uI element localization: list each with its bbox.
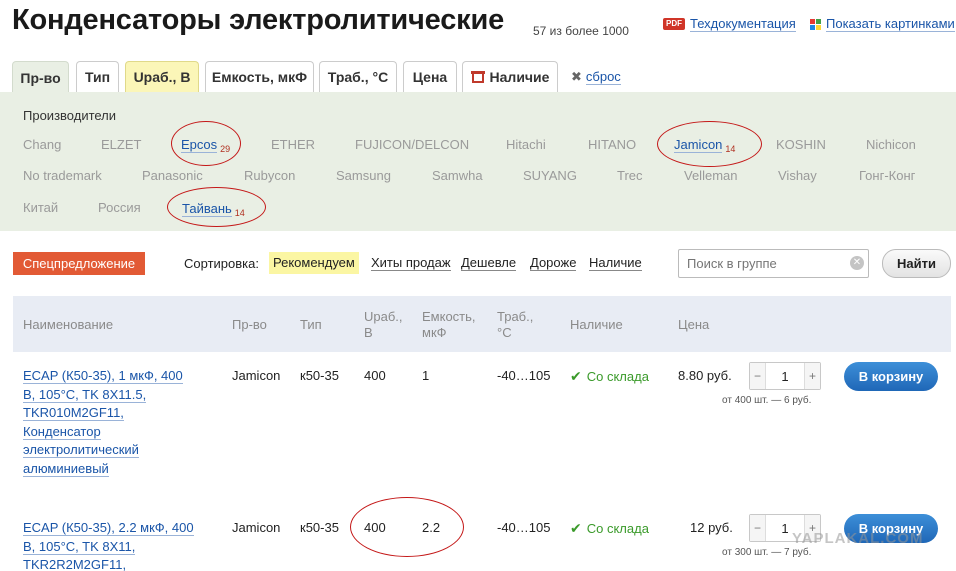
show-images-link[interactable]: Показать картинками: [810, 16, 955, 32]
check-icon: ✔: [570, 368, 582, 384]
docs-link-label: Техдокументация: [690, 16, 796, 32]
product-manufacturer: Jamicon: [232, 368, 281, 383]
product-name-link[interactable]: ECAP (К50-35), 2.2 мкФ, 400 В, 105°C, TK…: [23, 519, 194, 571]
product-temperature: -40…105: [497, 520, 551, 535]
manufacturer-item[interactable]: Россия: [98, 200, 141, 215]
bulk-price: от 400 шт. — 6 руб.: [722, 395, 812, 406]
col-price[interactable]: Цена: [678, 317, 709, 333]
product-capacitance: 1: [422, 368, 430, 383]
manufacturer-item[interactable]: Chang: [23, 137, 61, 152]
product-voltage: 400: [364, 520, 386, 535]
tab-price[interactable]: Цена: [403, 61, 457, 92]
add-to-cart-button[interactable]: В корзину: [844, 362, 938, 391]
tiles-icon: [810, 18, 821, 30]
manufacturer-item[interactable]: ELZET: [101, 137, 141, 152]
sort-recommended[interactable]: Рекомендуем: [269, 252, 359, 274]
manufacturer-item[interactable]: Гонг-Конг: [859, 168, 915, 183]
quantity-stepper[interactable]: − 1 +: [749, 362, 821, 390]
sort-label: Сортировка:: [184, 256, 259, 271]
manufacturer-item[interactable]: Samsung: [336, 168, 391, 183]
sort-availability[interactable]: Наличие: [589, 252, 642, 274]
col-type[interactable]: Тип: [300, 317, 322, 333]
product-price: 8.80 руб.: [678, 368, 732, 383]
stock-status: ✔ Со склада: [570, 520, 649, 536]
manufacturer-item[interactable]: Samwha: [432, 168, 483, 183]
sort-bestsellers[interactable]: Хиты продаж: [371, 252, 451, 274]
page-title: Конденсаторы электролитические: [12, 4, 505, 36]
find-button[interactable]: Найти: [882, 249, 951, 278]
manufacturers-panel: Производители Chang ELZET Epcos 29 ETHER …: [0, 92, 956, 231]
search-input[interactable]: [678, 249, 869, 278]
col-capacitance[interactable]: Емкость, мкФ: [422, 309, 476, 341]
manufacturer-item-taiwan[interactable]: Тайвань 14: [182, 201, 245, 218]
col-manufacturer[interactable]: Пр-во: [232, 317, 267, 333]
manufacturer-item[interactable]: No trademark: [23, 168, 102, 183]
bulk-price: от 300 шт. — 7 руб.: [722, 547, 812, 558]
minus-icon[interactable]: −: [750, 515, 766, 541]
clear-icon[interactable]: ✕: [850, 256, 864, 270]
docs-link[interactable]: PDF Техдокументация: [663, 16, 796, 32]
manufacturer-item-epcos[interactable]: Epcos 29: [181, 137, 230, 154]
manufacturer-item[interactable]: Nichicon: [866, 137, 916, 152]
product-voltage: 400: [364, 368, 386, 383]
manufacturer-item[interactable]: Panasonic: [142, 168, 203, 183]
col-availability[interactable]: Наличие: [570, 317, 623, 333]
col-voltage[interactable]: Uраб., В: [364, 309, 403, 341]
special-offer-button[interactable]: Спецпредложение: [13, 252, 145, 275]
stock-status: ✔ Со склада: [570, 368, 649, 384]
pdf-icon: PDF: [663, 18, 685, 30]
sort-pricier[interactable]: Дороже: [530, 252, 577, 274]
manufacturer-item-jamicon[interactable]: Jamicon 14: [674, 137, 735, 154]
table-header: Наименование Пр-во Тип Uраб., В Емкость, м…: [13, 296, 951, 352]
sort-cheaper[interactable]: Дешевле: [461, 252, 517, 274]
close-icon: ✖: [571, 69, 582, 84]
product-type: к50-35: [300, 520, 339, 535]
tab-availability[interactable]: Наличие: [462, 61, 558, 92]
plus-icon[interactable]: +: [804, 363, 820, 389]
result-count: 57 из более 1000: [533, 24, 629, 38]
shop-icon: [470, 71, 485, 83]
quantity-value[interactable]: 1: [766, 369, 804, 384]
tab-temperature[interactable]: Траб., °C: [319, 61, 397, 92]
show-images-label: Показать картинками: [826, 16, 955, 32]
manufacturer-item[interactable]: SUYANG: [523, 168, 577, 183]
manufacturer-item[interactable]: Velleman: [684, 168, 737, 183]
watermark: YAPLAKAL.COM: [792, 530, 924, 547]
product-temperature: -40…105: [497, 368, 551, 383]
product-capacitance: 2.2: [422, 520, 441, 535]
manufacturer-item[interactable]: ETHER: [271, 137, 315, 152]
product-price: 12 руб.: [690, 520, 733, 535]
check-icon: ✔: [570, 520, 582, 536]
manufacturers-title: Производители: [23, 108, 117, 123]
col-temperature[interactable]: Траб., °C: [497, 309, 533, 341]
manufacturer-item[interactable]: Trec: [617, 168, 643, 183]
tab-voltage[interactable]: Uраб., В: [125, 61, 199, 92]
tab-capacitance[interactable]: Емкость, мкФ: [205, 61, 314, 92]
minus-icon[interactable]: −: [750, 363, 766, 389]
product-manufacturer: Jamicon: [232, 520, 281, 535]
reset-filters-link[interactable]: ✖ сброс: [571, 69, 621, 85]
manufacturer-item[interactable]: HITANO: [588, 137, 636, 152]
manufacturer-item[interactable]: FUJICON/DELCON: [355, 137, 469, 152]
manufacturer-item[interactable]: Vishay: [778, 168, 817, 183]
col-name[interactable]: Наименование: [23, 317, 113, 333]
manufacturer-item[interactable]: Китай: [23, 200, 58, 215]
tab-type[interactable]: Тип: [76, 61, 119, 92]
manufacturer-item[interactable]: KOSHIN: [776, 137, 826, 152]
tab-manufacturer[interactable]: Пр-во: [12, 61, 69, 93]
manufacturer-item[interactable]: Hitachi: [506, 137, 546, 152]
product-name-link[interactable]: ECAP (К50-35), 1 мкФ, 400 В, 105°C, TK 8…: [23, 367, 183, 478]
product-type: к50-35: [300, 368, 339, 383]
manufacturer-item[interactable]: Rubycon: [244, 168, 295, 183]
